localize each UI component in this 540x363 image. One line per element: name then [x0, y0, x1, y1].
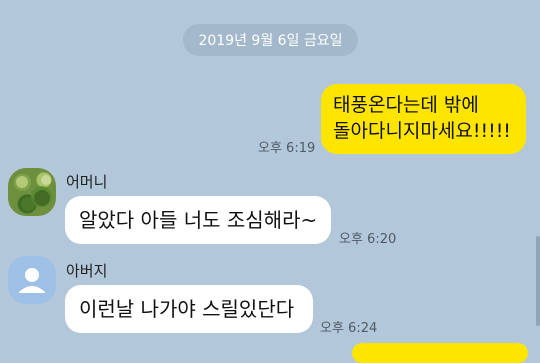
message-time: 오후 6:20: [339, 232, 397, 247]
my-message-bubble[interactable]: 태풍온다는데 밖에 돌아다니지마세요!!!!!: [321, 84, 526, 154]
message-line: 태풍온다는데 밖에: [333, 94, 479, 116]
avatar[interactable]: [8, 168, 56, 216]
message-bubble[interactable]: 이런날 나가야 스릴있단다: [65, 285, 313, 333]
message-time: 오후 6:24: [320, 321, 378, 336]
default-profile-icon: [19, 268, 45, 293]
message-bubble[interactable]: 알았다 아들 너도 조심해라~: [65, 196, 331, 244]
message-text: 이런날 나가야 스릴있단다: [79, 297, 295, 321]
message-time: 오후 6:19: [258, 141, 316, 156]
avatar[interactable]: [8, 256, 56, 304]
date-divider: 2019년 9월 6일 금요일: [183, 24, 358, 56]
sender-name: 아버지: [66, 262, 108, 280]
scrollbar[interactable]: [536, 236, 540, 326]
message-text: 알았다 아들 너도 조심해라~: [79, 208, 318, 232]
profile-photo-icon: [16, 175, 51, 211]
message-line: 돌아다니지마세요!!!!!: [333, 120, 511, 142]
my-message-bubble-partial[interactable]: [352, 343, 528, 363]
sender-name: 어머니: [66, 173, 108, 191]
